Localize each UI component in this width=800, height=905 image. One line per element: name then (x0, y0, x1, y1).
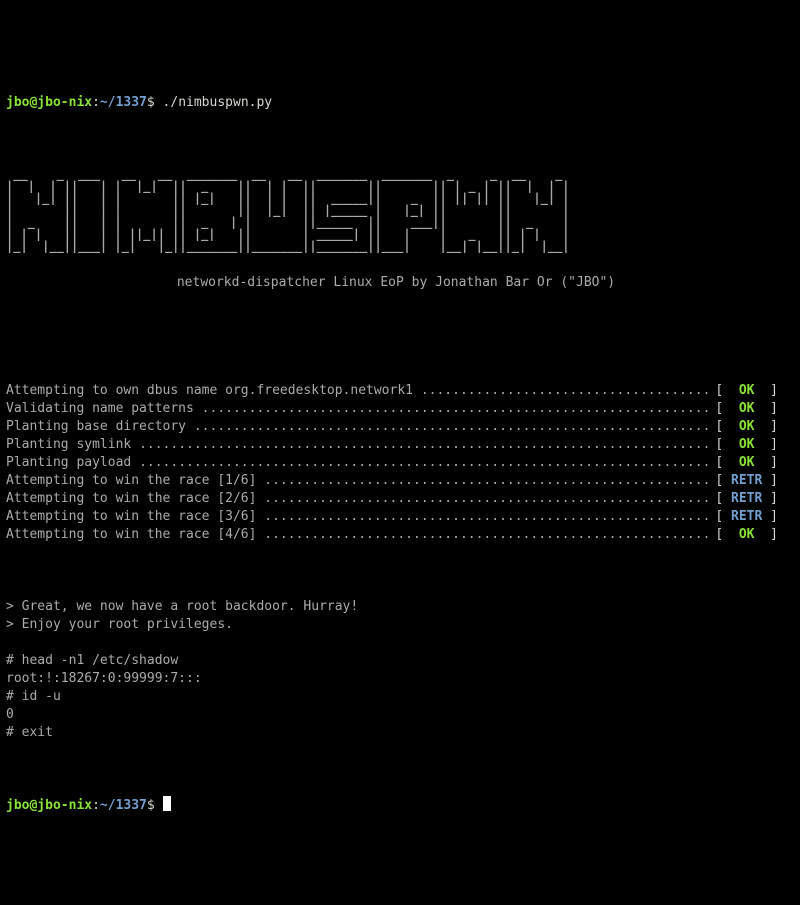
status-row: Attempting to win the race [3/6] .......… (6, 508, 778, 526)
status-bracket: [ OK ] (708, 436, 778, 454)
status-dots: ........................................… (421, 382, 708, 400)
blank-line (6, 310, 794, 328)
status-list: Attempting to own dbus name org.freedesk… (6, 382, 794, 544)
status-dots: ........................................… (264, 472, 707, 490)
status-text: Attempting to win the race [1/6] (6, 472, 264, 490)
cursor (163, 796, 171, 811)
status-row: Attempting to win the race [2/6] .......… (6, 490, 778, 508)
status-row: Attempting to win the race [4/6] .......… (6, 526, 778, 544)
prompt-userhost: jbo@jbo-nix (6, 95, 92, 110)
status-row: Planting base directory ................… (6, 418, 778, 436)
status-text: Attempting to own dbus name org.freedesk… (6, 382, 421, 400)
output-line: root:!:18267:0:99999:7::: (6, 670, 794, 688)
status-row: Planting payload .......................… (6, 454, 778, 472)
prompt-line-1[interactable]: jbo@jbo-nix:~/1337$ ./nimbuspwn.py (6, 94, 794, 112)
output-line (6, 634, 794, 652)
status-text: Validating name patterns (6, 400, 202, 418)
status-text: Planting base directory (6, 418, 194, 436)
output-line: # exit (6, 724, 794, 742)
status-row: Attempting to own dbus name org.freedesk… (6, 382, 778, 400)
prompt-line-2[interactable]: jbo@jbo-nix:~/1337$ (6, 796, 794, 815)
prompt-sep: : (92, 798, 100, 813)
output-line: # head -n1 /etc/shadow (6, 652, 794, 670)
status-dots: ........................................… (264, 526, 707, 544)
status-bracket: [ OK ] (708, 418, 778, 436)
output-line: 0 (6, 706, 794, 724)
output-line: # id -u (6, 688, 794, 706)
prompt-userhost: jbo@jbo-nix (6, 798, 92, 813)
banner-subtitle: networkd-dispatcher Linux EoP by Jonatha… (6, 274, 786, 292)
prompt-sep: : (92, 95, 100, 110)
status-bracket: [ OK ] (708, 400, 778, 418)
status-dots: ........................................… (194, 418, 708, 436)
prompt-sigil: $ (147, 798, 155, 813)
status-text: Planting symlink (6, 436, 139, 454)
status-row: Planting symlink .......................… (6, 436, 778, 454)
status-dots: ........................................… (139, 454, 707, 472)
prompt-sigil: $ (147, 95, 155, 110)
status-text: Planting payload (6, 454, 139, 472)
status-bracket: [ RETR ] (708, 472, 778, 490)
prompt-path: ~/1337 (100, 798, 147, 813)
status-text: Attempting to win the race [4/6] (6, 526, 264, 544)
status-dots: ........................................… (264, 490, 707, 508)
status-bracket: [ RETR ] (708, 490, 778, 508)
status-bracket: [ OK ] (708, 382, 778, 400)
output-line: > Great, we now have a root backdoor. Hu… (6, 598, 794, 616)
prompt-command: ./nimbuspwn.py (163, 95, 273, 110)
post-output: > Great, we now have a root backdoor. Hu… (6, 598, 794, 742)
status-dots: ........................................… (202, 400, 708, 418)
status-row: Attempting to win the race [1/6] .......… (6, 472, 778, 490)
status-bracket: [ OK ] (708, 526, 778, 544)
prompt-path: ~/1337 (100, 95, 147, 110)
output-line: > Enjoy your root privileges. (6, 616, 794, 634)
status-dots: ........................................… (139, 436, 707, 454)
status-bracket: [ OK ] (708, 454, 778, 472)
status-row: Validating name patterns ...............… (6, 400, 778, 418)
status-dots: ........................................… (264, 508, 707, 526)
status-text: Attempting to win the race [2/6] (6, 490, 264, 508)
ascii-banner: __ _ ___ __ __ _______ __ __ _______ ___… (6, 168, 794, 252)
status-bracket: [ RETR ] (708, 508, 778, 526)
status-text: Attempting to win the race [3/6] (6, 508, 264, 526)
